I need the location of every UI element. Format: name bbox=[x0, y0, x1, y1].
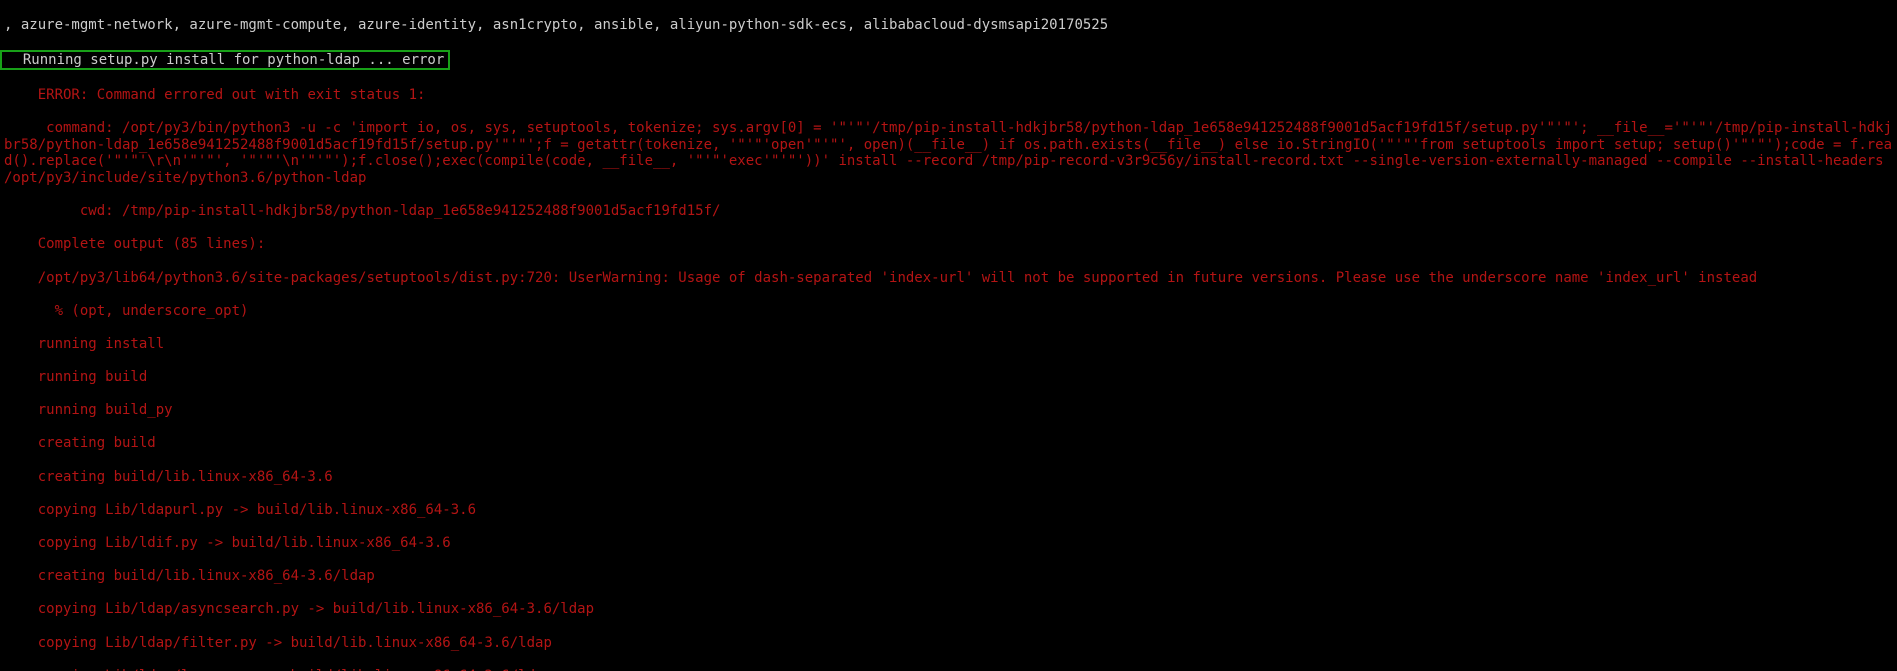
terminal-output[interactable]: , azure-mgmt-network, azure-mgmt-compute… bbox=[0, 0, 1897, 671]
output-line: copying Lib/ldapurl.py -> build/lib.linu… bbox=[4, 502, 1893, 519]
output-line: % (opt, underscore_opt) bbox=[4, 303, 1893, 320]
output-line: copying Lib/ldap/asyncsearch.py -> build… bbox=[4, 601, 1893, 618]
error-line: ERROR: Command errored out with exit sta… bbox=[4, 87, 1893, 104]
output-line: creating build/lib.linux-x86_64-3.6 bbox=[4, 469, 1893, 486]
output-line: copying Lib/ldap/filter.py -> build/lib.… bbox=[4, 635, 1893, 652]
output-line: creating build bbox=[4, 435, 1893, 452]
highlighted-error-line: Running setup.py install for python-ldap… bbox=[4, 50, 1893, 71]
output-line: creating build/lib.linux-x86_64-3.6/ldap bbox=[4, 568, 1893, 585]
warning-line: /opt/py3/lib64/python3.6/site-packages/s… bbox=[4, 270, 1893, 287]
output-line: copying Lib/ldif.py -> build/lib.linux-x… bbox=[4, 535, 1893, 552]
pkg-list-line: , azure-mgmt-network, azure-mgmt-compute… bbox=[4, 17, 1893, 34]
cwd-line: cwd: /tmp/pip-install-hdkjbr58/python-ld… bbox=[4, 203, 1893, 220]
output-line: running build_py bbox=[4, 402, 1893, 419]
output-count-line: Complete output (85 lines): bbox=[4, 236, 1893, 253]
command-line: command: /opt/py3/bin/python3 -u -c 'imp… bbox=[4, 120, 1893, 186]
output-line: running build bbox=[4, 369, 1893, 386]
output-line: running install bbox=[4, 336, 1893, 353]
